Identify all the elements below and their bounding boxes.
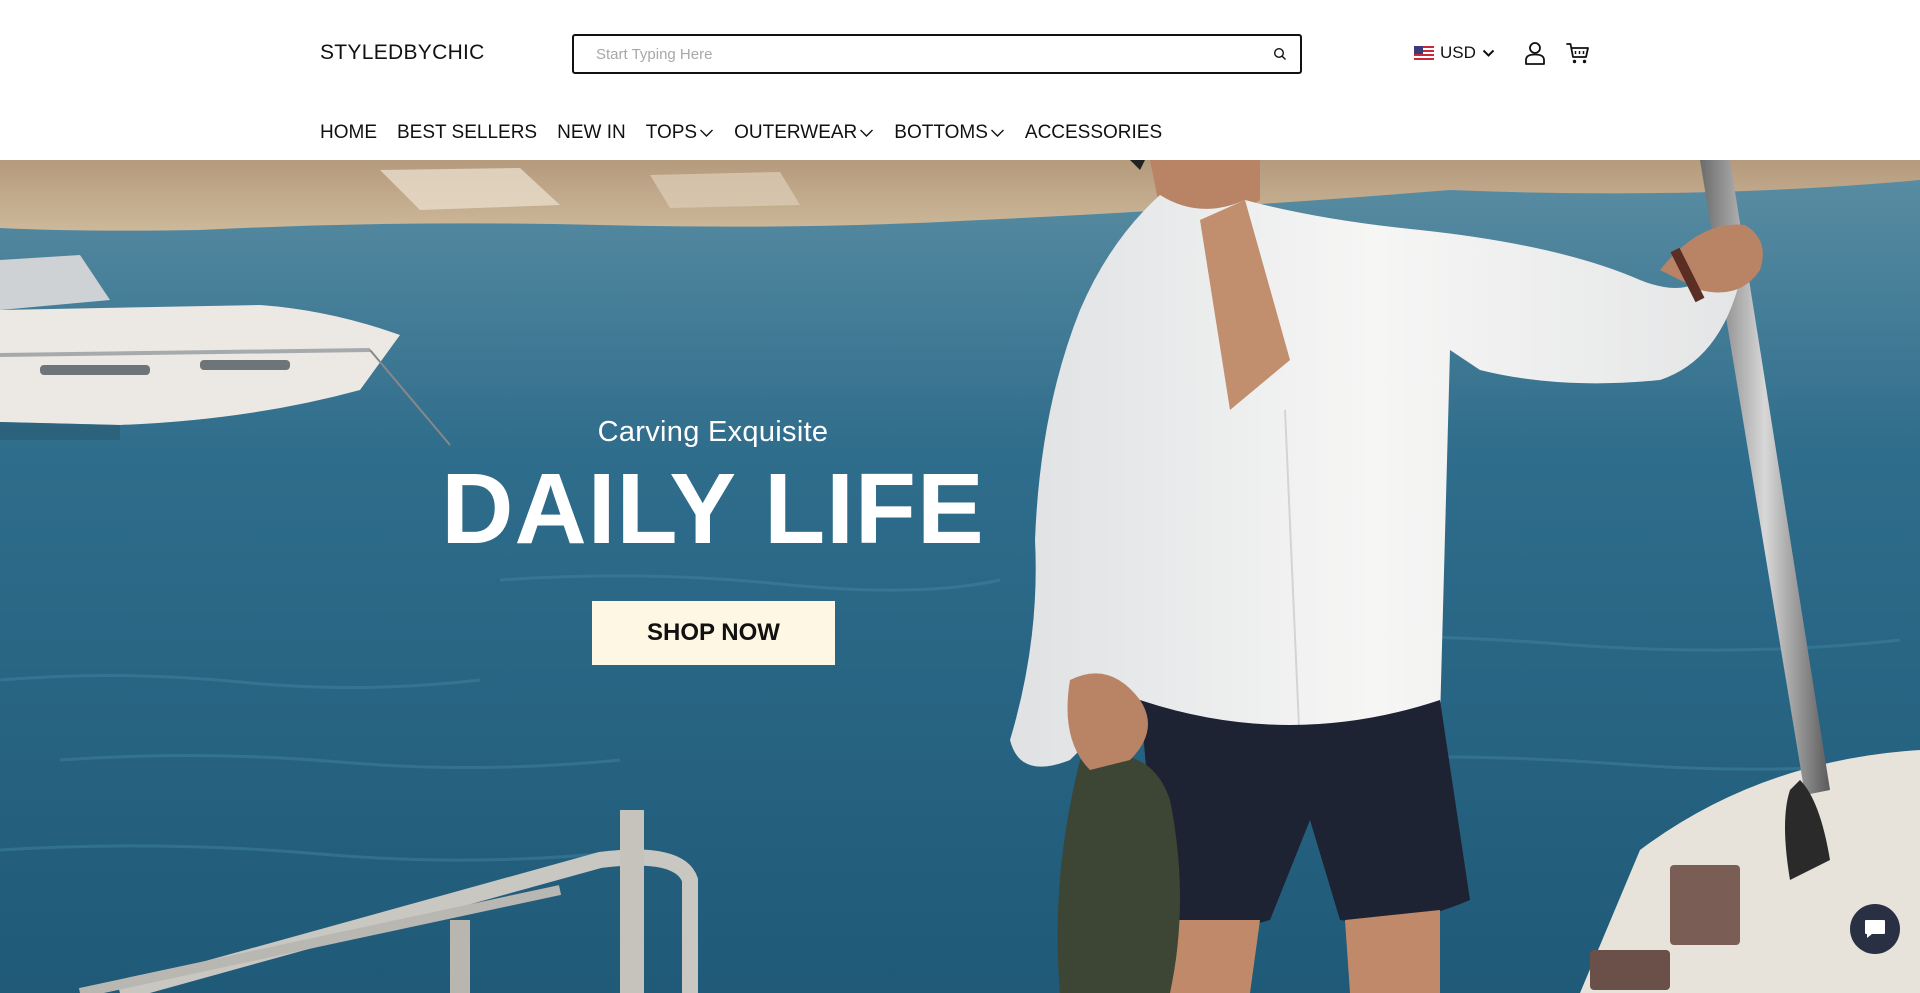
nav-item-label: BOTTOMS bbox=[894, 122, 988, 143]
main-nav: HOME BEST SELLERS NEW IN TOPS OUTERWEAR … bbox=[320, 122, 1182, 144]
nav-item-outerwear[interactable]: OUTERWEAR bbox=[734, 122, 874, 144]
nav-item-tops[interactable]: TOPS bbox=[646, 122, 714, 144]
chevron-down-icon bbox=[990, 129, 1004, 137]
nav-item-label: BEST SELLERS bbox=[397, 122, 538, 143]
nav-item-label: HOME bbox=[320, 122, 377, 143]
cart-icon[interactable] bbox=[1565, 40, 1591, 66]
hero-eyebrow: Carving Exquisite bbox=[597, 416, 829, 448]
nav-item-label: OUTERWEAR bbox=[734, 122, 858, 143]
shop-now-button[interactable]: SHOP NOW bbox=[592, 601, 835, 665]
nav-item-accessories[interactable]: ACCESSORIES bbox=[1025, 122, 1162, 144]
hero-photo bbox=[0, 160, 1920, 993]
user-icon[interactable] bbox=[1522, 40, 1548, 66]
nav-item-label: NEW IN bbox=[557, 122, 626, 143]
chevron-down-icon bbox=[860, 129, 874, 137]
chat-icon bbox=[1865, 920, 1885, 938]
chevron-down-icon bbox=[1482, 49, 1495, 57]
nav-item-label: TOPS bbox=[645, 122, 698, 143]
nav-item-label: ACCESSORIES bbox=[1024, 122, 1163, 143]
currency-selector[interactable]: USD bbox=[1414, 42, 1495, 64]
site-logo[interactable]: STYLEDBYCHIC bbox=[320, 41, 485, 65]
site-header: STYLEDBYCHIC USD HOME BEST SELLERS bbox=[0, 0, 1920, 160]
currency-code: USD bbox=[1440, 43, 1476, 62]
nav-item-new-in[interactable]: NEW IN bbox=[557, 122, 626, 144]
chevron-down-icon bbox=[700, 129, 714, 137]
hero-headline: DAILY LIFE bbox=[441, 453, 985, 565]
nav-item-best-sellers[interactable]: BEST SELLERS bbox=[397, 122, 537, 144]
search-bar bbox=[572, 34, 1302, 74]
us-flag-icon bbox=[1414, 46, 1434, 60]
nav-item-bottoms[interactable]: BOTTOMS bbox=[894, 122, 1005, 144]
nav-item-home[interactable]: HOME bbox=[320, 122, 377, 144]
chat-widget-button[interactable] bbox=[1850, 904, 1900, 954]
search-input[interactable] bbox=[574, 36, 1260, 72]
hero-banner: Carving Exquisite DAILY LIFE SHOP NOW bbox=[0, 160, 1920, 993]
search-icon[interactable] bbox=[1260, 36, 1300, 72]
